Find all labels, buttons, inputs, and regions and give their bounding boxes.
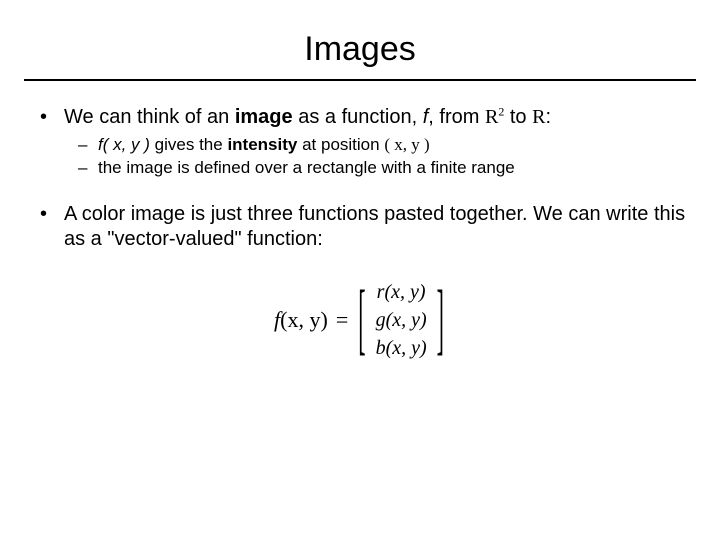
s1-xy: ( x, y ) [384, 135, 429, 154]
s1-bold: intensity [227, 135, 297, 154]
slide: Images We can think of an image as a fun… [0, 0, 720, 540]
slide-title: Images [0, 28, 720, 71]
b1-mid: as a function, [293, 106, 423, 128]
title-block: Images [0, 0, 720, 71]
bullet-1: We can think of an image as a function, … [28, 105, 692, 179]
sub-list: f( x, y ) gives the intensity at positio… [64, 134, 692, 179]
eqn-column: r(x, y) g(x, y) b(x, y) [376, 280, 427, 360]
b1-bold: image [235, 106, 293, 128]
sub-2: the image is defined over a rectangle wi… [64, 157, 692, 178]
s1-fxy: f( x, y ) [98, 135, 150, 154]
b1-pre: We can think of an [64, 106, 235, 128]
eqn-eq: = [336, 306, 348, 334]
eqn-args: (x, y) [280, 307, 328, 332]
sub-1: f( x, y ) gives the intensity at positio… [64, 134, 692, 155]
bullet-2: A color image is just three functions pa… [28, 202, 692, 252]
s1-mid: gives the [150, 135, 228, 154]
slide-body: We can think of an image as a function, … [0, 81, 720, 361]
eqn-lbracket: [ [356, 280, 367, 359]
b1-to: to [504, 106, 532, 128]
b1-colon: : [545, 106, 551, 128]
eqn-row-g: g(x, y) [376, 308, 427, 332]
s1-post: at position [297, 135, 384, 154]
eqn-row-b: b(x, y) [376, 336, 427, 360]
b1-post1: , from [428, 106, 485, 128]
eqn-rbracket: ] [435, 280, 446, 359]
equation: f(x, y) = [ r(x, y) g(x, y) b(x, y) ] [28, 280, 692, 360]
eqn-row-r: r(x, y) [376, 280, 427, 304]
bullet-list: We can think of an image as a function, … [28, 105, 692, 253]
b1-R2: R [532, 106, 545, 128]
b1-R1: R [485, 106, 498, 128]
